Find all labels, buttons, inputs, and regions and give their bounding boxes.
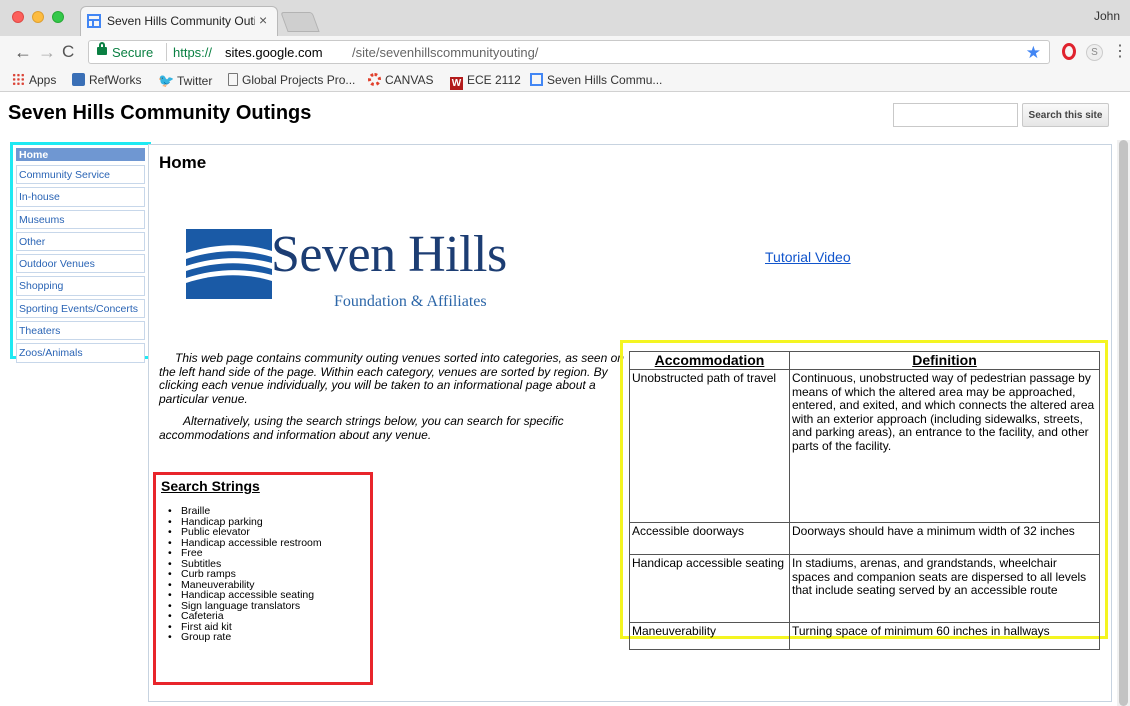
sidebar-item-outdoor-venues[interactable]: Outdoor Venues [16, 254, 145, 274]
document-icon [228, 73, 238, 86]
main-content: Home Seven Hills Foundation & Affiliates… [148, 144, 1112, 702]
table-row: Accessible doorways Doorways should have… [629, 522, 1100, 555]
search-strings-heading: Search Strings [161, 478, 260, 494]
url-separator [166, 43, 167, 61]
sidebar-item-sporting-events[interactable]: Sporting Events/Concerts [16, 298, 145, 319]
list-item: Braille [164, 506, 322, 517]
column-header-accommodation: Accommodation [629, 351, 790, 370]
minimize-window-button[interactable] [32, 11, 44, 23]
table-row: Handicap accessible seating In stadiums,… [629, 554, 1100, 623]
back-icon[interactable]: ← [14, 42, 32, 63]
address-bar[interactable]: Secure https:// sites.google.com /site/s… [88, 40, 1050, 64]
url-path: /site/sevenhillscommunityouting/ [352, 45, 539, 60]
twitter-bird-icon: 🐦 [158, 73, 175, 88]
list-item: Curb ramps [164, 569, 322, 580]
accommodation-table-highlight-box: Accommodation Definition Unobstructed pa… [620, 340, 1108, 650]
secure-label: Secure [112, 45, 154, 60]
apps-grid-icon [12, 73, 25, 86]
forward-icon[interactable]: → [38, 42, 56, 63]
sidebar-item-museums[interactable]: Museums [16, 209, 145, 229]
new-tab-button[interactable] [280, 12, 320, 32]
search-input[interactable] [893, 103, 1018, 127]
google-sites-icon [87, 14, 101, 28]
table-cell: Turning space of minimum 60 inches in ha… [789, 622, 1100, 650]
table-cell: Maneuverability [629, 622, 790, 650]
table-cell: Accessible doorways [629, 522, 790, 555]
ece-icon: W [450, 77, 463, 90]
bookmark-twitter[interactable]: 🐦 Twitter [158, 73, 212, 88]
sidebar-item-theaters[interactable]: Theaters [16, 321, 145, 341]
tab-close-icon[interactable]: × [259, 12, 267, 28]
list-item: Public elevator [164, 527, 322, 538]
browser-tab-active[interactable]: Seven Hills Community Outing × [80, 6, 278, 36]
lock-icon [97, 42, 107, 55]
list-item: Cafeteria [164, 611, 322, 622]
table-cell: In stadiums, arenas, and grandstands, wh… [789, 554, 1100, 623]
sidebar-nav: Home Community Service In-house Museums … [16, 148, 145, 366]
table-cell: Handicap accessible seating [629, 554, 790, 623]
sidebar-highlight-box: Home Community Service In-house Museums … [10, 142, 151, 363]
bookmark-global-projects[interactable]: Global Projects Pro... [228, 73, 355, 87]
search-strings-list: Braille Handicap parking Public elevator… [164, 506, 322, 643]
table-row: Maneuverability Turning space of minimum… [629, 622, 1100, 650]
sidebar-item-other[interactable]: Other [16, 231, 145, 252]
search-strings-highlight-box: Search Strings Braille Handicap parking … [153, 472, 373, 685]
table-cell: Doorways should have a minimum width of … [789, 522, 1100, 555]
bookmark-apps[interactable]: Apps [12, 73, 56, 87]
waves-logo-icon [186, 229, 272, 299]
bookmark-ece[interactable]: W ECE 2112 [450, 73, 521, 90]
refworks-icon [72, 73, 85, 86]
browser-menu-icon[interactable]: ⋮ [1112, 41, 1128, 61]
list-item: Handicap accessible seating [164, 590, 322, 601]
url-scheme: https:// [173, 45, 213, 60]
tab-strip: Seven Hills Community Outing × John [0, 0, 1130, 36]
sidebar-item-in-house[interactable]: In-house [16, 187, 145, 207]
bookmark-refworks[interactable]: RefWorks [72, 73, 141, 87]
logo-subtitle: Foundation & Affiliates [334, 293, 487, 310]
opera-extension-icon[interactable] [1062, 43, 1076, 60]
bookmarks-bar: Apps RefWorks 🐦 Twitter Global Projects P… [0, 68, 1130, 92]
column-header-definition: Definition [789, 351, 1100, 370]
seven-hills-logo: Seven Hills Foundation & Affiliates [186, 226, 507, 313]
table-row: Unobstructed path of travel Continuous, … [629, 369, 1100, 523]
table-cell: Continuous, unobstructed way of pedestri… [789, 369, 1100, 523]
logo-wordmark: Seven Hills [271, 226, 507, 283]
sidebar-item-home[interactable]: Home [16, 148, 145, 161]
page-title: Home [159, 153, 207, 172]
intro-paragraph: Alternatively, using the search strings … [159, 414, 564, 442]
bookmark-canvas[interactable]: CANVAS [368, 73, 433, 87]
sidebar-item-community-service[interactable]: Community Service [16, 165, 145, 185]
canvas-icon [368, 73, 381, 86]
intro-text: This web page contains community outing … [159, 351, 629, 451]
profile-name[interactable]: John [1094, 9, 1120, 23]
search-site-button[interactable]: Search this site [1022, 103, 1109, 127]
url-host: sites.google.com [225, 45, 323, 60]
site-title: Seven Hills Community Outings [8, 102, 312, 124]
sidebar-item-shopping[interactable]: Shopping [16, 276, 145, 296]
sidebar-item-zoos[interactable]: Zoos/Animals [16, 343, 145, 363]
list-item: Free [164, 548, 322, 559]
table-header-row: Accommodation Definition [629, 351, 1100, 370]
bookmark-seven-hills[interactable]: Seven Hills Commu... [530, 73, 662, 87]
maximize-window-button[interactable] [52, 11, 64, 23]
scrollbar-thumb[interactable] [1119, 140, 1128, 706]
table-cell: Unobstructed path of travel [629, 369, 790, 523]
intro-paragraph: This web page contains community outing … [159, 351, 624, 406]
close-window-button[interactable] [12, 11, 24, 23]
extension-s-icon[interactable]: S [1086, 44, 1103, 61]
browser-toolbar: ← → C Secure https:// sites.google.com /… [0, 36, 1130, 68]
tutorial-video-link[interactable]: Tutorial Video [765, 249, 851, 265]
accommodation-table: Accommodation Definition Unobstructed pa… [629, 351, 1100, 650]
list-item: Group rate [164, 632, 322, 643]
reload-icon[interactable]: C [62, 42, 74, 62]
bookmark-star-icon[interactable]: ★ [1026, 43, 1041, 63]
scrollbar[interactable] [1117, 140, 1130, 706]
google-sites-icon [530, 73, 543, 86]
tab-title: Seven Hills Community Outing [107, 14, 255, 28]
